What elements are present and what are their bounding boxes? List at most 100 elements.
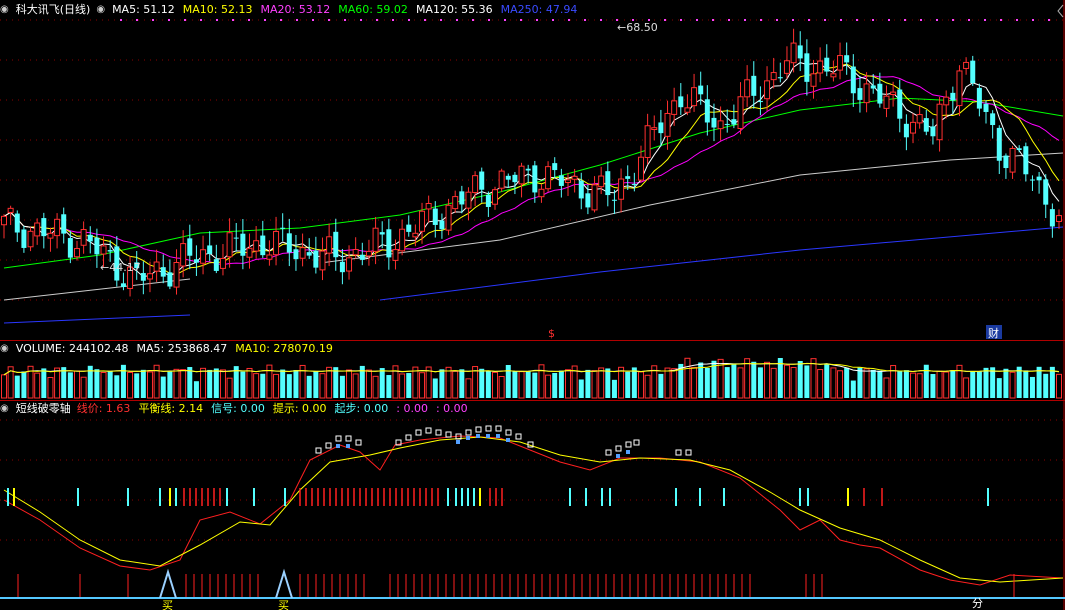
scroll-arrow-icon — [1057, 4, 1064, 18]
indicator-square-marker — [625, 441, 632, 448]
volume-bar — [518, 371, 525, 399]
buy-signal-label: 买 — [278, 599, 289, 610]
candle-body — [903, 123, 909, 138]
candle-body — [571, 175, 578, 180]
candle-body — [598, 175, 605, 188]
candle-body — [644, 125, 651, 158]
volume-bar — [200, 367, 207, 399]
volume-bar — [505, 364, 511, 398]
volume-bar — [452, 370, 459, 399]
volume-bar — [731, 364, 737, 398]
top-marker-dot — [456, 19, 458, 21]
volume-bar — [525, 371, 531, 398]
ma250-line — [3, 314, 191, 324]
candle-body — [870, 85, 876, 89]
candle-body — [963, 61, 970, 69]
candle-body — [153, 261, 160, 272]
candle-body — [552, 163, 558, 171]
top-marker-dot — [408, 19, 410, 21]
candle-body — [711, 117, 717, 128]
volume-bar — [34, 372, 41, 399]
candle-body — [538, 188, 545, 198]
candle-body — [80, 229, 87, 246]
candle-body — [936, 103, 943, 141]
volume-bar — [1036, 366, 1042, 398]
volume-bar — [107, 371, 113, 398]
volume-bar — [598, 367, 605, 399]
candle-body — [87, 234, 93, 242]
candle-body — [990, 113, 996, 126]
candle-body — [558, 175, 564, 186]
candle-body — [445, 204, 452, 231]
volume-bar — [485, 371, 491, 398]
volume-bar — [804, 365, 810, 398]
volume-bar — [193, 381, 199, 398]
candle-body — [280, 227, 286, 229]
top-marker-dot — [328, 19, 330, 21]
candle-body — [1009, 147, 1016, 173]
candle-body — [73, 248, 80, 258]
candle-body — [432, 208, 438, 225]
chart-canvas[interactable]: ←68.50 ←44.17 $ 财买 买 分 — [0, 0, 1065, 610]
candle-body — [532, 165, 538, 193]
indicator-square-fill — [626, 450, 630, 454]
candle-body — [346, 257, 353, 272]
volume-bar — [226, 377, 233, 399]
candle-body — [691, 87, 698, 107]
volume-bar — [313, 371, 319, 398]
candle-body — [459, 191, 465, 205]
top-marker-dot — [856, 19, 858, 21]
indicator-square-marker — [465, 429, 472, 436]
indicator-square-fill — [486, 434, 490, 438]
volume-bar — [419, 372, 426, 399]
candle-body — [326, 236, 333, 254]
volume-bar — [996, 378, 1002, 398]
candle-body — [1043, 179, 1049, 205]
candle-body — [339, 261, 345, 273]
volume-bar — [611, 379, 617, 398]
volume-bar — [585, 369, 591, 398]
volume-bar — [425, 366, 432, 399]
candle-body — [817, 60, 824, 74]
candle-body — [637, 156, 644, 181]
candle-body — [956, 70, 963, 107]
top-marker-dot — [472, 19, 474, 21]
volume-bar — [253, 373, 260, 399]
candle-body — [797, 45, 803, 59]
candle-body — [246, 247, 253, 258]
indicator-balance-line — [3, 436, 1064, 583]
volume-bar — [498, 375, 505, 399]
candle-body — [751, 75, 757, 96]
candle-body — [452, 196, 459, 210]
top-marker-dot — [600, 19, 602, 21]
indicator-square-marker — [633, 439, 640, 446]
candle-body — [27, 230, 34, 248]
candle-body — [399, 228, 406, 252]
volume-bar — [1, 374, 7, 399]
volume-bar — [432, 378, 438, 398]
indicator-square-marker — [335, 435, 342, 442]
candle-body — [94, 237, 100, 255]
volume-bar — [764, 361, 771, 399]
top-marker-dot — [136, 19, 138, 21]
top-marker-dot — [520, 19, 522, 21]
top-marker-dot — [792, 19, 794, 21]
candle-body — [863, 83, 870, 104]
indicator-square-marker — [495, 425, 502, 432]
indicator-square-fill — [476, 434, 480, 438]
candle-body — [950, 92, 956, 101]
candle-body — [240, 233, 246, 256]
volume-bar — [47, 376, 54, 399]
volume-bar — [950, 370, 956, 398]
top-marker-dot — [232, 19, 234, 21]
ma120-line — [3, 278, 191, 301]
candle-body — [54, 218, 61, 237]
volume-bar — [280, 369, 286, 398]
candle-body — [260, 235, 266, 256]
candle-body — [578, 180, 584, 199]
volume-bar — [406, 373, 412, 398]
top-marker-dot — [824, 19, 826, 21]
candle-body — [890, 91, 897, 95]
candle-body — [850, 66, 856, 94]
candle-body — [1023, 146, 1029, 175]
